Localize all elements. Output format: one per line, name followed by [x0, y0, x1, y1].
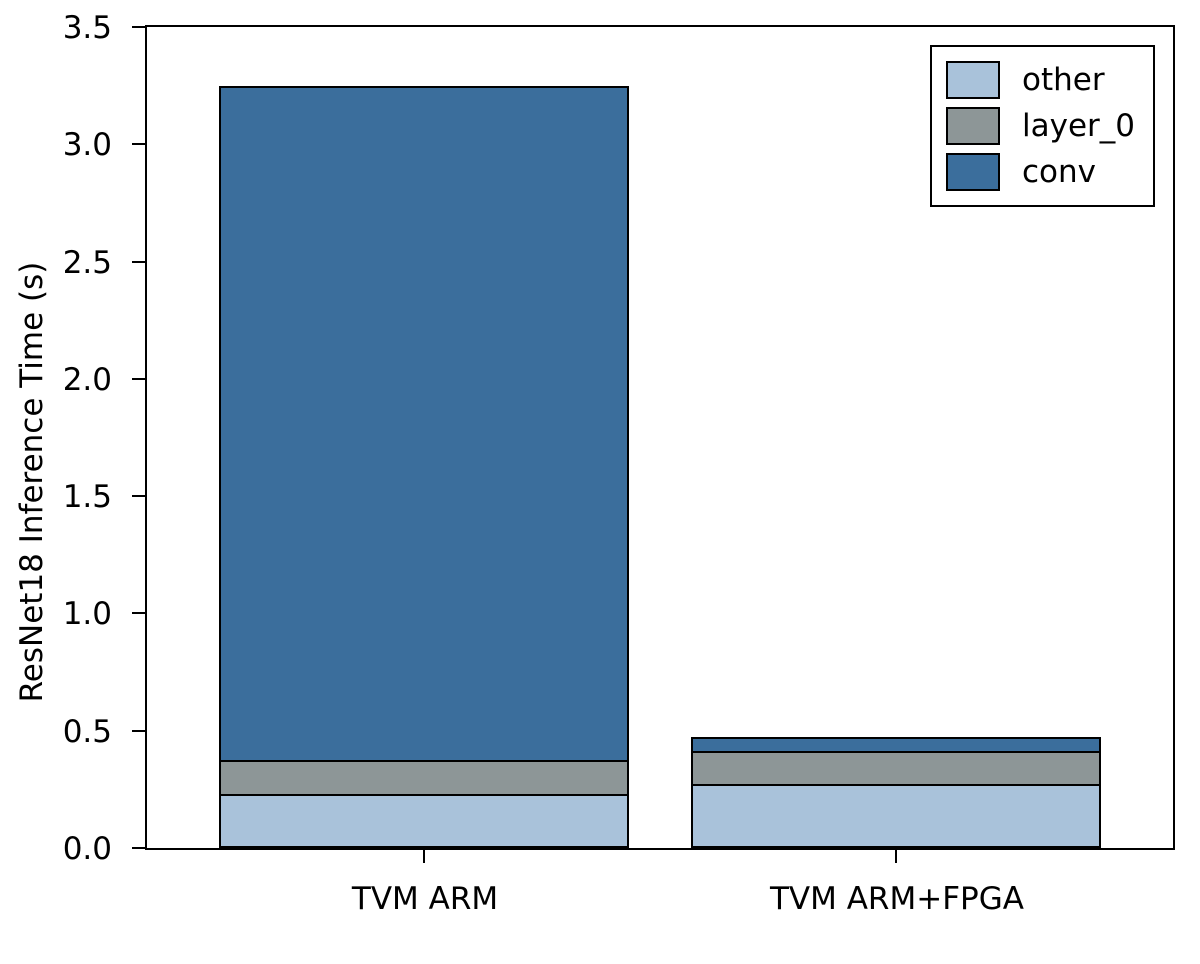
legend-item-conv: conv — [946, 153, 1135, 191]
bar-segment-other — [691, 784, 1101, 848]
legend-item-layer0: layer_0 — [946, 107, 1135, 145]
bar-tvm-arm — [219, 86, 629, 848]
y-tick: 1.5 — [132, 495, 147, 497]
y-axis-label: ResNet18 Inference Time (s) — [14, 232, 50, 732]
y-tick: 0.0 — [132, 847, 147, 849]
legend-swatch — [946, 153, 1000, 191]
y-tick-label: 3.0 — [63, 127, 112, 163]
y-tick-label: 1.5 — [63, 479, 112, 515]
y-tick: 0.5 — [132, 730, 147, 732]
legend-item-other: other — [946, 61, 1135, 99]
bar-segment-layer0 — [691, 751, 1101, 786]
bar-segment-layer0 — [219, 760, 629, 795]
y-tick-label: 3.5 — [63, 10, 112, 46]
y-tick-label: 0.0 — [63, 831, 112, 867]
legend: other layer_0 conv — [930, 45, 1155, 207]
chart-container: ResNet18 Inference Time (s) 0.0 0.5 1.0 … — [0, 0, 1200, 964]
y-tick-label: 1.0 — [63, 596, 112, 632]
y-tick: 3.0 — [132, 143, 147, 145]
legend-label: conv — [1022, 154, 1096, 190]
x-tick: TVM ARM — [423, 848, 425, 863]
x-tick-label: TVM ARM+FPGA — [770, 881, 1024, 917]
legend-label: layer_0 — [1022, 108, 1135, 144]
bar-segment-conv — [219, 86, 629, 763]
y-tick-label: 0.5 — [63, 714, 112, 750]
y-tick: 2.5 — [132, 261, 147, 263]
y-tick: 2.0 — [132, 378, 147, 380]
plot-area: 0.0 0.5 1.0 1.5 2.0 2.5 3.0 3.5 TVM ARM … — [145, 25, 1175, 850]
legend-swatch — [946, 107, 1000, 145]
bar-segment-other — [219, 794, 629, 848]
x-tick: TVM ARM+FPGA — [895, 848, 897, 863]
y-tick: 1.0 — [132, 612, 147, 614]
legend-swatch — [946, 61, 1000, 99]
bar-tvm-arm-fpga — [691, 737, 1101, 848]
y-tick: 3.5 — [132, 26, 147, 28]
x-tick-label: TVM ARM — [352, 881, 498, 917]
y-tick-label: 2.5 — [63, 245, 112, 281]
legend-label: other — [1022, 62, 1105, 98]
y-tick-label: 2.0 — [63, 362, 112, 398]
